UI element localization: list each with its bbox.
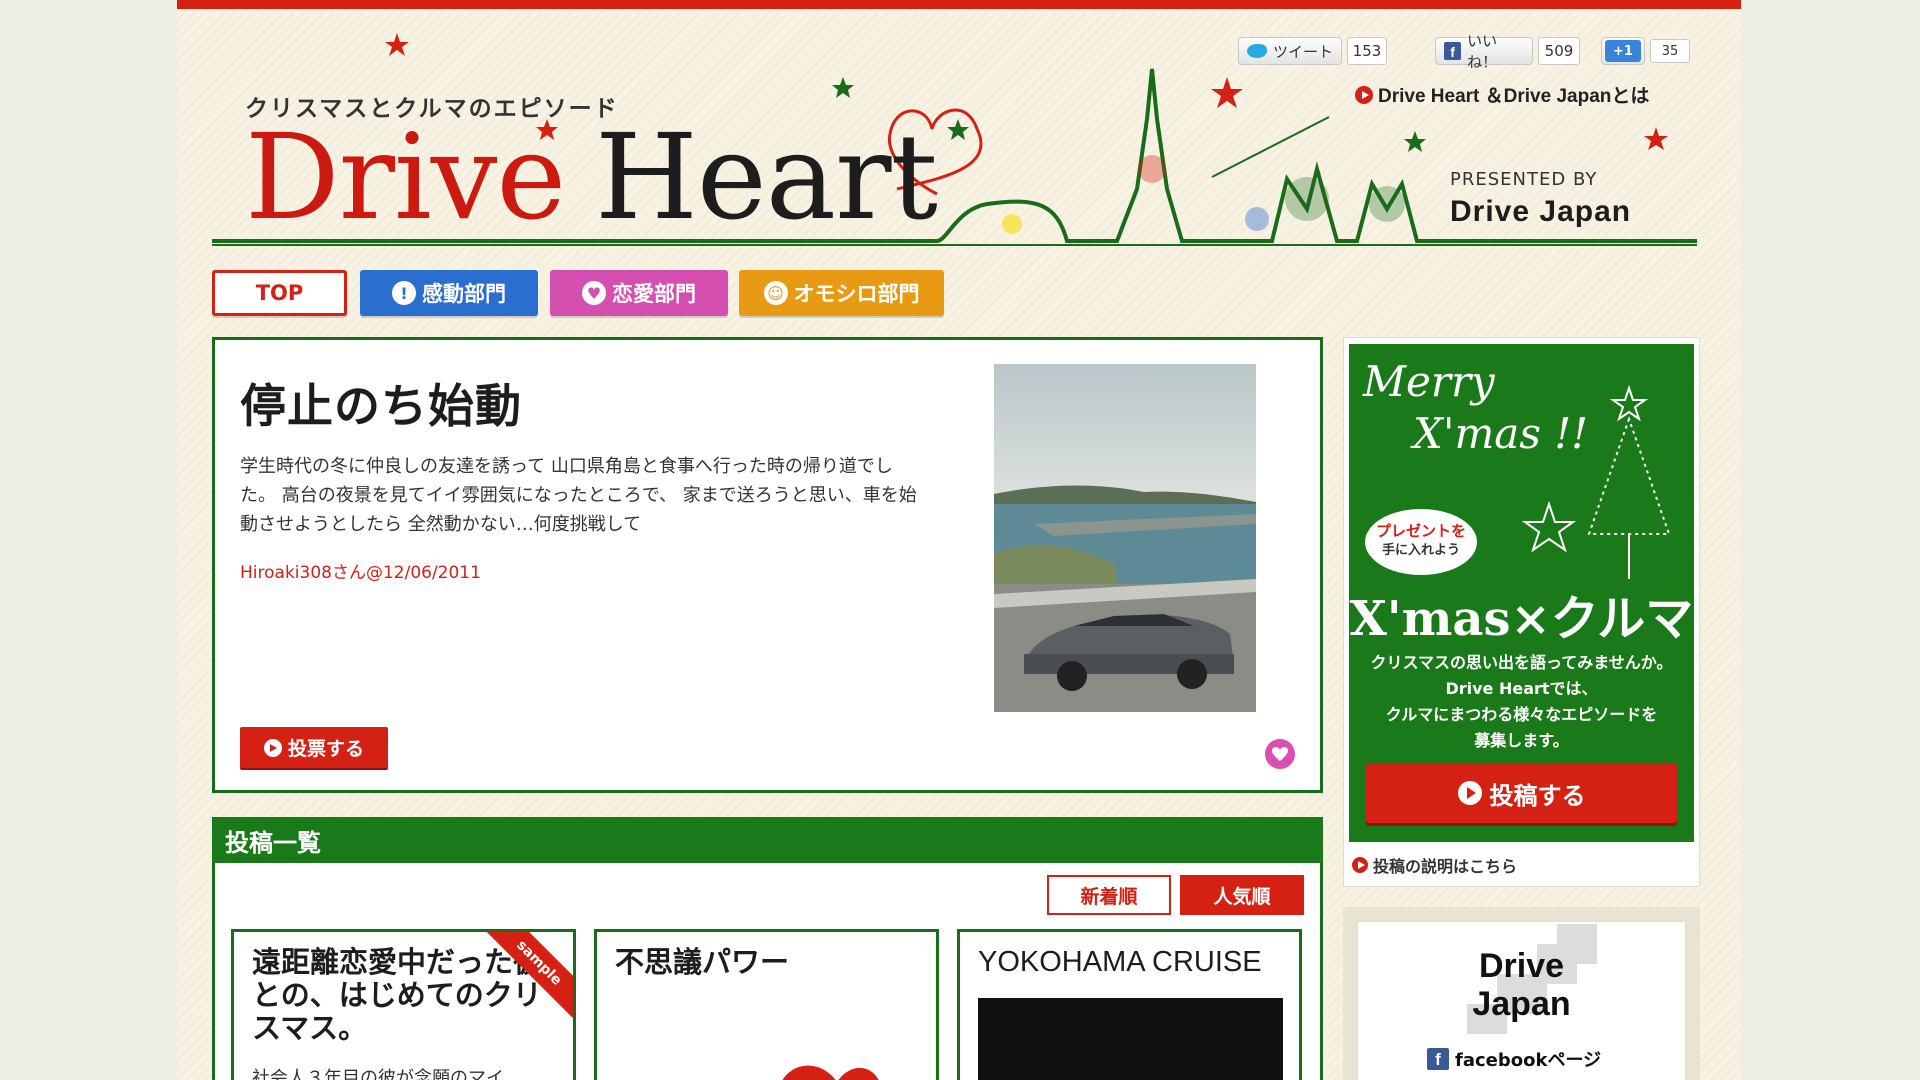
featured-photo bbox=[994, 364, 1256, 712]
present-line1: プレゼントを bbox=[1375, 522, 1466, 540]
post-card-title: 不思議パワー bbox=[615, 945, 790, 979]
exclamation-icon: ! bbox=[392, 281, 416, 305]
vote-button[interactable]: 投票する bbox=[240, 727, 388, 768]
smile-icon: ☺ bbox=[763, 281, 788, 305]
car-bridge-photo bbox=[994, 364, 1256, 712]
sort-popular-label: 人気順 bbox=[1213, 885, 1271, 908]
post-card[interactable]: 遠距離恋愛中だった彼との、はじめてのクリスマス。 社会人３年目の彼が念願のマイ … bbox=[231, 929, 576, 1080]
tab-renai-label: 恋愛部門 bbox=[612, 282, 696, 306]
vote-button-label: 投票する bbox=[287, 738, 364, 760]
star-icon bbox=[1521, 500, 1577, 553]
star-icon bbox=[385, 33, 409, 56]
featured-text: 学生時代の冬に仲良しの友達を誘って 山口県角島と食事へ行った時の帰り道でした。 … bbox=[240, 456, 917, 535]
card-illustration bbox=[782, 1065, 879, 1080]
play-arrow-icon bbox=[1352, 857, 1368, 873]
campaign-desc-line: Drive Heartでは、 bbox=[1445, 679, 1598, 698]
post-list-header: 投稿一覧 bbox=[212, 817, 1323, 863]
page: ツイート 153 f いいね！ 509 +1 35 Drive Heart ＆D… bbox=[177, 0, 1741, 1080]
sort-popular-button[interactable]: 人気順 bbox=[1180, 875, 1304, 915]
drive-japan-logo[interactable]: Drive Japan bbox=[1450, 195, 1631, 229]
post-button-label: 投稿する bbox=[1489, 781, 1586, 810]
present-bubble: プレゼントを 手に入れよう bbox=[1365, 509, 1477, 575]
tab-top-label: TOP bbox=[255, 281, 304, 305]
xmas-car-title: X'mas×クルマ bbox=[1349, 591, 1694, 647]
facebook-icon: f bbox=[1427, 1048, 1449, 1070]
present-line2: 手に入れよう bbox=[1381, 543, 1460, 558]
campaign-desc-line: 募集します。 bbox=[1474, 731, 1569, 750]
post-list-title: 投稿一覧 bbox=[225, 828, 321, 857]
fb-logo-line2: Japan bbox=[1472, 985, 1571, 1023]
star-icon bbox=[1211, 77, 1243, 108]
star-icon bbox=[947, 119, 969, 140]
play-arrow-icon bbox=[263, 738, 282, 757]
tab-kandou-label: 感動部門 bbox=[422, 282, 506, 306]
play-arrow-icon bbox=[1457, 781, 1482, 805]
logo-heart[interactable]: Heart bbox=[595, 107, 938, 249]
fb-drive-japan-logo: Drive Japan bbox=[1357, 947, 1686, 1023]
tab-omoshiro-label: オモシロ部門 bbox=[793, 282, 920, 306]
post-card-title: YOKOHAMA CRUISE bbox=[978, 946, 1262, 978]
facebook-page-label: facebookページ bbox=[1455, 1050, 1602, 1071]
post-help-label: 投稿の説明はこちら bbox=[1373, 857, 1518, 876]
card-night-photo bbox=[978, 998, 1283, 1080]
post-card-title: 遠距離恋愛中だった彼との、はじめてのクリスマス。 bbox=[252, 945, 543, 1045]
sort-new-label: 新着順 bbox=[1080, 885, 1138, 908]
xmas-campaign-banner: Merry X'mas !! プレゼントを 手に入れよう X'mas×クルマ ク… bbox=[1349, 344, 1694, 842]
logo-drive[interactable]: Drive bbox=[245, 107, 566, 249]
post-card[interactable]: YOKOHAMA CRUISE bbox=[957, 929, 1302, 1080]
tab-top[interactable]: TOP bbox=[212, 270, 347, 316]
tab-renai[interactable]: ♥ 恋愛部門 bbox=[550, 270, 728, 316]
star-icon bbox=[1609, 384, 1649, 422]
featured-author: Hiroaki308さん@12/06/2011 bbox=[240, 563, 481, 583]
featured-episode: 停止のち始動 学生時代の冬に仲良しの友達を誘って 山口県角島と食事へ行った時の帰… bbox=[212, 337, 1323, 793]
post-card[interactable]: 不思議パワー bbox=[594, 929, 939, 1080]
featured-title[interactable]: 停止のち始動 bbox=[240, 370, 522, 436]
sort-new-button[interactable]: 新着順 bbox=[1047, 875, 1171, 915]
heart-icon: ♥ bbox=[582, 281, 606, 305]
presented-by-label: PRESENTED BY bbox=[1450, 169, 1598, 190]
post-card-text: 社会人３年目の彼が念願のマイ bbox=[252, 1068, 504, 1080]
star-icon bbox=[1404, 131, 1426, 152]
tab-kandou[interactable]: ! 感動部門 bbox=[360, 270, 538, 316]
campaign-description: クリスマスの思い出を語ってみませんか。 Drive Heartでは、 クルマにま… bbox=[1349, 650, 1694, 754]
campaign-desc-line: クルマにまつわる様々なエピソードを bbox=[1385, 705, 1658, 724]
tab-omoshiro[interactable]: ☺ オモシロ部門 bbox=[739, 270, 944, 316]
star-icon bbox=[832, 77, 854, 98]
heart-category-icon bbox=[1265, 739, 1295, 769]
heart-icon bbox=[1272, 747, 1288, 761]
post-help-link[interactable]: 投稿の説明はこちら bbox=[1352, 853, 1517, 877]
xmas-tree-illustration bbox=[1521, 384, 1671, 579]
post-episode-button[interactable]: 投稿する bbox=[1366, 763, 1677, 823]
fb-logo-line1: Drive bbox=[1478, 947, 1565, 985]
campaign-desc-line: クリスマスの思い出を語ってみませんか。 bbox=[1370, 653, 1673, 672]
star-icon bbox=[1644, 127, 1668, 150]
facebook-page-link[interactable]: f facebookページ bbox=[1427, 1046, 1601, 1072]
